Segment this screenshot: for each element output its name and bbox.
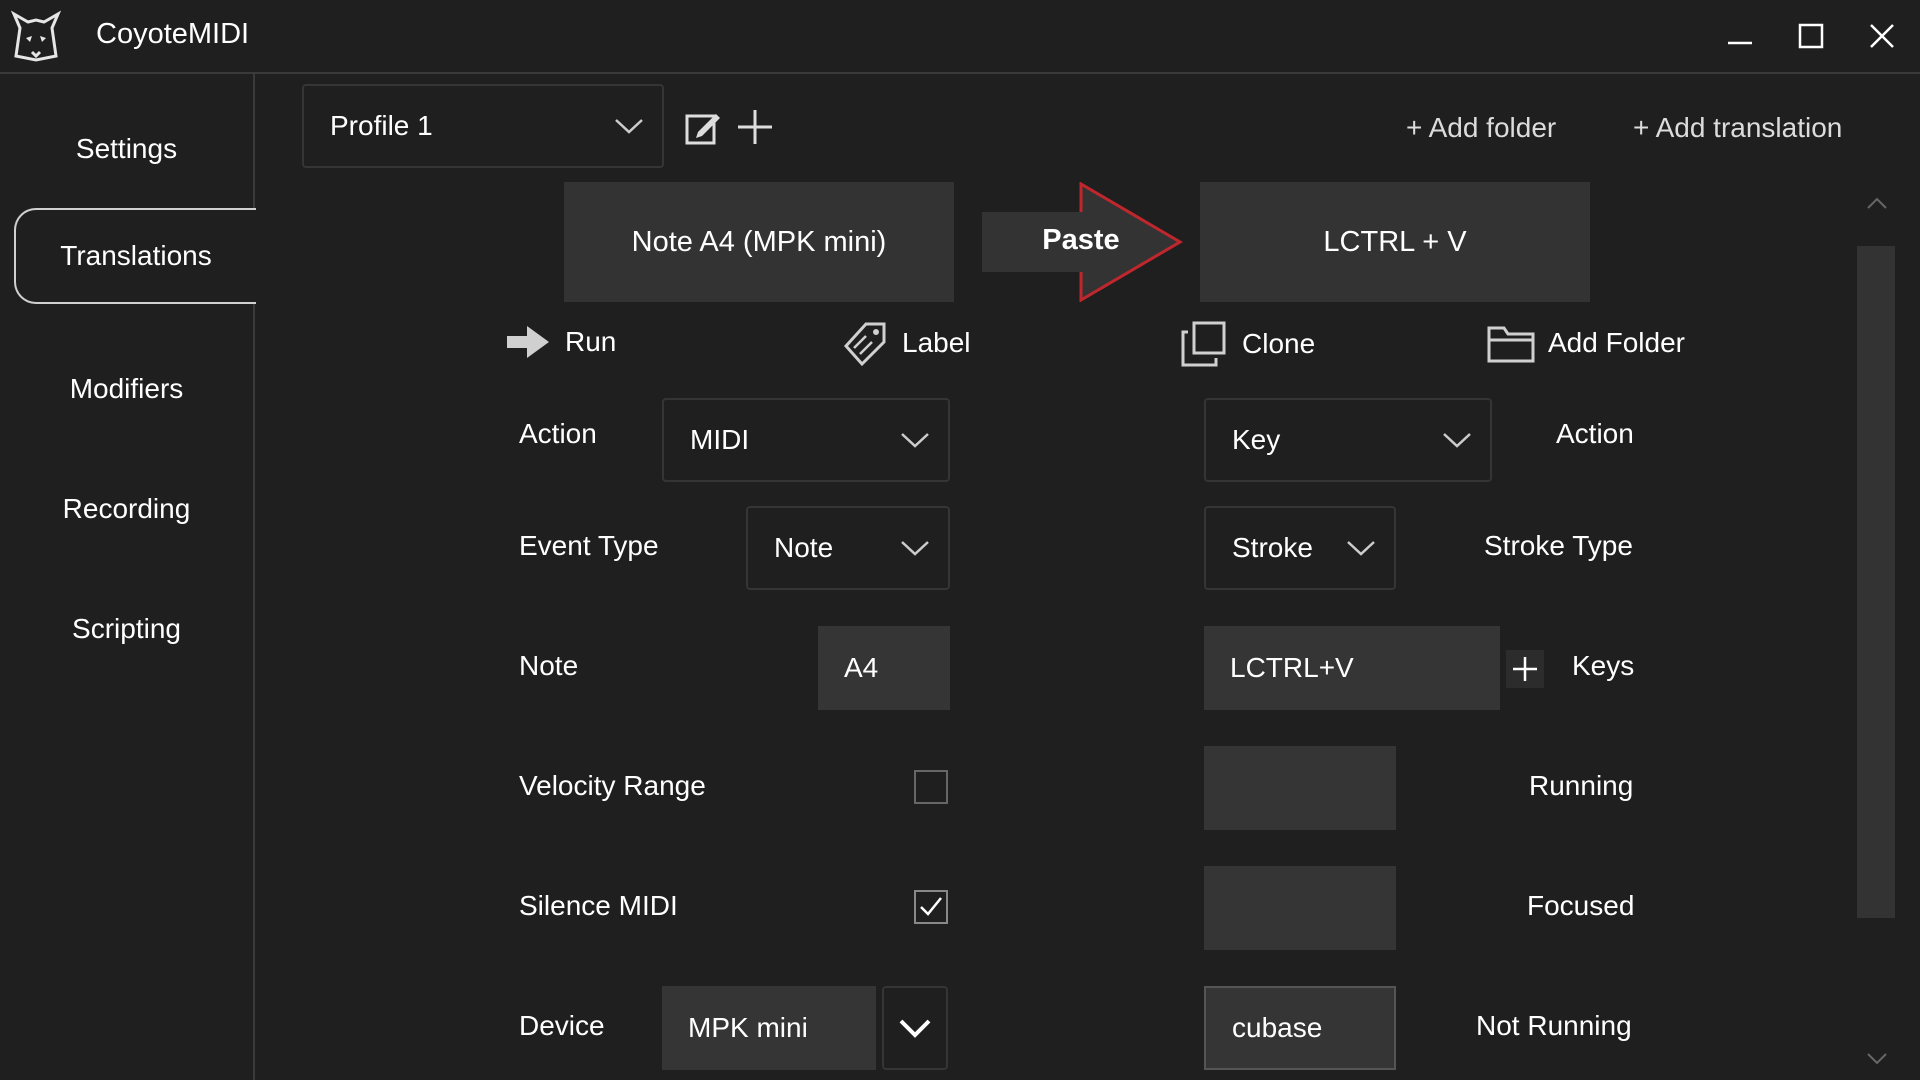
not-running-label: Not Running <box>1476 1010 1632 1041</box>
chevron-down-icon <box>615 119 643 134</box>
device-label: Device <box>519 1010 605 1041</box>
device-dropdown-button[interactable] <box>882 986 948 1070</box>
chevron-down-icon <box>901 541 929 556</box>
chevron-down-icon <box>901 433 929 448</box>
arrow-right-icon <box>507 326 549 358</box>
not-running-input[interactable]: cubase <box>1204 986 1396 1070</box>
velocity-range-checkbox[interactable] <box>914 770 948 804</box>
translation-name: Paste <box>1042 224 1120 256</box>
translation-output[interactable]: LCTRL + V <box>1200 182 1590 302</box>
chevron-down-icon <box>1443 433 1471 448</box>
title-bar <box>0 0 1920 74</box>
profile-select-value: Profile 1 <box>330 110 433 141</box>
add-folder-button[interactable]: Add Folder <box>1486 322 1685 364</box>
output-action-label: Action <box>1556 418 1634 449</box>
action-select[interactable]: MIDI <box>662 398 950 482</box>
app-title: CoyoteMIDI <box>96 18 250 50</box>
close-icon <box>1870 24 1894 48</box>
action-label: Action <box>519 418 597 449</box>
event-type-select-value: Note <box>774 532 834 563</box>
running-label: Running <box>1529 770 1634 801</box>
note-label: Note <box>519 650 579 681</box>
edit-profile-button[interactable] <box>684 108 722 146</box>
keys-label: Keys <box>1572 650 1635 681</box>
silence-midi-label: Silence MIDI <box>519 890 678 921</box>
running-input[interactable] <box>1204 746 1396 830</box>
label-button[interactable]: Label <box>840 318 971 368</box>
plus-icon <box>738 110 772 144</box>
minimize-icon <box>1728 41 1752 45</box>
output-action-select-value: Key <box>1232 424 1281 455</box>
folder-icon <box>1487 326 1535 363</box>
sidebar: Settings Translations Modifiers Recordin… <box>0 74 256 1080</box>
focused-input[interactable] <box>1204 866 1396 950</box>
stroke-type-select-value: Stroke <box>1232 532 1313 563</box>
edit-icon <box>685 114 720 145</box>
minimize-button[interactable] <box>1710 12 1770 60</box>
clone-label: Clone <box>1242 328 1316 359</box>
run-button[interactable]: Run <box>505 322 616 362</box>
action-select-value: MIDI <box>690 424 750 455</box>
chevron-down-icon <box>1347 541 1375 556</box>
sidebar-item-recording[interactable]: Recording <box>0 449 253 569</box>
chevron-up-icon <box>1867 197 1887 209</box>
add-folder-link[interactable]: + Add folder <box>1406 112 1556 144</box>
tag-icon <box>843 322 886 367</box>
output-action-select[interactable]: Key <box>1204 398 1492 482</box>
label-label: Label <box>902 327 971 358</box>
scroll-down-button[interactable] <box>1862 1044 1892 1074</box>
clone-icon <box>1181 321 1226 367</box>
event-type-select[interactable]: Note <box>746 506 950 590</box>
scroll-up-button[interactable] <box>1862 188 1892 218</box>
keys-input[interactable]: LCTRL+V <box>1204 626 1500 710</box>
coyote-logo-icon <box>10 10 62 62</box>
sidebar-item-translations[interactable]: Translations <box>14 208 256 304</box>
maximize-button[interactable] <box>1781 12 1841 60</box>
sidebar-item-scripting[interactable]: Scripting <box>0 569 253 689</box>
event-type-label: Event Type <box>519 530 659 561</box>
device-input[interactable]: MPK mini <box>662 986 876 1070</box>
note-input[interactable]: A4 <box>818 626 950 710</box>
close-button[interactable] <box>1852 12 1912 60</box>
run-label: Run <box>565 326 617 357</box>
focused-label: Focused <box>1527 890 1635 921</box>
translation-input[interactable]: Note A4 (MPK mini) <box>564 182 954 302</box>
chevron-down-icon <box>899 1019 931 1038</box>
silence-midi-checkbox[interactable] <box>914 890 948 924</box>
maximize-icon <box>1798 23 1824 49</box>
profile-select[interactable]: Profile 1 <box>302 84 664 168</box>
chevron-down-icon <box>1867 1053 1887 1065</box>
velocity-range-label: Velocity Range <box>519 770 706 801</box>
checkmark-icon <box>920 897 942 916</box>
clone-button[interactable]: Clone <box>1180 320 1315 368</box>
sidebar-item-settings[interactable]: Settings <box>0 89 253 209</box>
plus-icon <box>1513 657 1537 681</box>
translation-name-arrow[interactable]: Paste <box>978 182 1184 302</box>
add-folder-label: Add Folder <box>1548 327 1685 358</box>
add-translation-link[interactable]: + Add translation <box>1633 112 1842 144</box>
add-key-button[interactable] <box>1506 650 1544 688</box>
scrollbar-thumb[interactable] <box>1857 246 1895 918</box>
stroke-type-label: Stroke Type <box>1484 530 1633 561</box>
sidebar-item-modifiers[interactable]: Modifiers <box>0 329 253 449</box>
stroke-type-select[interactable]: Stroke <box>1204 506 1396 590</box>
add-profile-button[interactable] <box>736 108 774 146</box>
